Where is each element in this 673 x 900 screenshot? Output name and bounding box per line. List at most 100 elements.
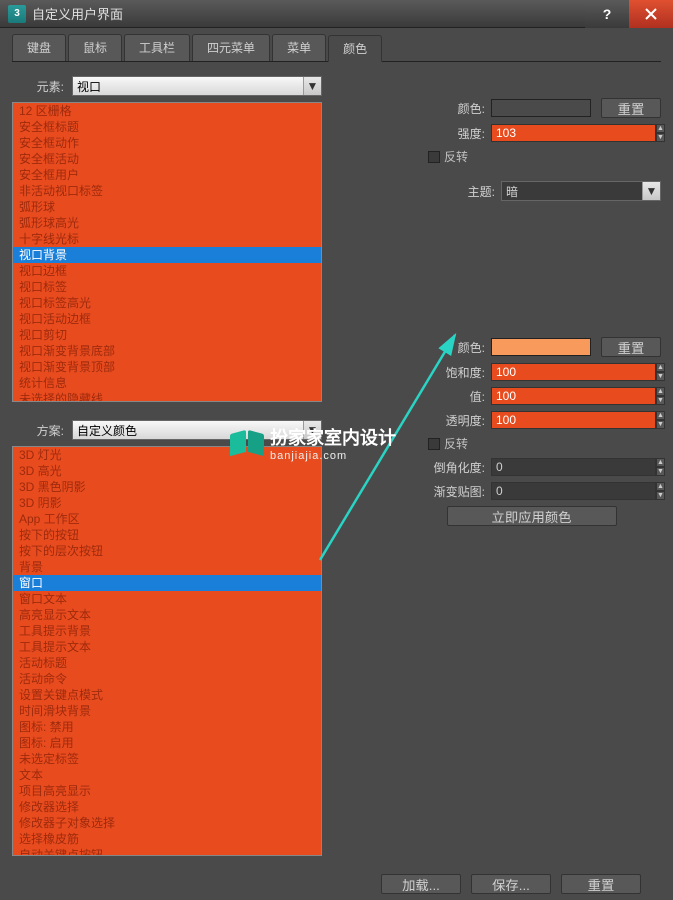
list-item[interactable]: 按下的按钮	[13, 527, 321, 543]
list-item[interactable]: 安全框用户	[13, 167, 321, 183]
invert-checkbox-2[interactable]	[428, 438, 440, 450]
list-item[interactable]: 视口边框	[13, 263, 321, 279]
tab-颜色[interactable]: 颜色	[328, 35, 382, 62]
spin-up-icon[interactable]: ▲	[656, 387, 665, 396]
list-item[interactable]: 活动命令	[13, 671, 321, 687]
list-item[interactable]: 非活动视口标签	[13, 183, 321, 199]
scheme-listbox[interactable]: 3D 灯光3D 高光3D 黑色阴影3D 阴影App 工作区按下的按钮按下的层次按…	[12, 446, 322, 856]
invert-checkbox-1[interactable]	[428, 151, 440, 163]
spin-up-icon[interactable]: ▲	[656, 363, 665, 372]
list-item[interactable]: 12 区栅格	[13, 103, 321, 119]
list-item[interactable]: 项目高亮显示	[13, 783, 321, 799]
list-item[interactable]: 视口标签高光	[13, 295, 321, 311]
list-item[interactable]: 视口渐变背景底部	[13, 343, 321, 359]
list-item[interactable]: 安全框标题	[13, 119, 321, 135]
elements-listbox[interactable]: 12 区栅格安全框标题安全框动作安全框活动安全框用户非活动视口标签弧形球弧形球高…	[12, 102, 322, 402]
list-item[interactable]: 安全框动作	[13, 135, 321, 151]
list-item[interactable]: 时间滑块背景	[13, 703, 321, 719]
gradient-spinner[interactable]: ▲▼	[491, 482, 591, 500]
list-item[interactable]: 工具提示文本	[13, 639, 321, 655]
list-item[interactable]: 工具提示背景	[13, 623, 321, 639]
list-item[interactable]: 十字线光标	[13, 231, 321, 247]
spin-down-icon[interactable]: ▼	[656, 133, 665, 142]
list-item[interactable]: 高亮显示文本	[13, 607, 321, 623]
list-item[interactable]: 弧形球高光	[13, 215, 321, 231]
elements-value: 视口	[77, 78, 101, 95]
transparency-input[interactable]	[491, 411, 656, 429]
spin-up-icon[interactable]: ▲	[656, 411, 665, 420]
reset-button-2[interactable]: 重置	[601, 337, 661, 357]
list-item[interactable]: 窗口	[13, 575, 321, 591]
intensity-input[interactable]	[491, 124, 656, 142]
elements-label: 元素:	[12, 78, 72, 95]
gradient-input[interactable]	[491, 482, 656, 500]
list-item[interactable]: 视口剪切	[13, 327, 321, 343]
intensity-spinner[interactable]: ▲▼	[491, 124, 591, 142]
list-item[interactable]: 安全框活动	[13, 151, 321, 167]
transparency-spinner[interactable]: ▲▼	[491, 411, 591, 429]
scheme-dropdown[interactable]: 自定义颜色 ▼	[72, 420, 322, 440]
saturation-input[interactable]	[491, 363, 656, 381]
spin-up-icon[interactable]: ▲	[656, 124, 665, 133]
saturation-label: 饱和度:	[446, 364, 491, 381]
list-item[interactable]: 自动关键点按钮	[13, 847, 321, 856]
value-spinner[interactable]: ▲▼	[491, 387, 591, 405]
list-item[interactable]: 图标: 禁用	[13, 719, 321, 735]
list-item[interactable]: 3D 阴影	[13, 495, 321, 511]
tab-四元菜单[interactable]: 四元菜单	[192, 34, 270, 61]
list-item[interactable]: 视口标签	[13, 279, 321, 295]
list-item[interactable]: 视口背景	[13, 247, 321, 263]
tab-工具栏[interactable]: 工具栏	[124, 34, 190, 61]
spin-down-icon[interactable]: ▼	[656, 467, 665, 476]
list-item[interactable]: 弧形球	[13, 199, 321, 215]
list-item[interactable]: 图标: 启用	[13, 735, 321, 751]
gradient-label: 渐变贴图:	[434, 483, 491, 500]
tab-鼠标[interactable]: 鼠标	[68, 34, 122, 61]
color-swatch-1[interactable]	[491, 99, 591, 117]
list-item[interactable]: 视口活动边框	[13, 311, 321, 327]
list-item[interactable]: 文本	[13, 767, 321, 783]
list-item[interactable]: 活动标题	[13, 655, 321, 671]
spin-down-icon[interactable]: ▼	[656, 396, 665, 405]
list-item[interactable]: 视口渐变背景顶部	[13, 359, 321, 375]
list-item[interactable]: 未选择的隐藏线	[13, 391, 321, 402]
saturation-spinner[interactable]: ▲▼	[491, 363, 591, 381]
load-button[interactable]: 加载...	[381, 874, 461, 894]
theme-dropdown[interactable]: 暗 ▼	[501, 181, 661, 201]
list-item[interactable]: 3D 黑色阴影	[13, 479, 321, 495]
list-item[interactable]: 修改器选择	[13, 799, 321, 815]
close-button[interactable]	[629, 0, 673, 28]
chevron-down-icon: ▼	[642, 182, 660, 200]
list-item[interactable]: 3D 高光	[13, 463, 321, 479]
list-item[interactable]: 按下的层次按钮	[13, 543, 321, 559]
color-swatch-2[interactable]	[491, 338, 591, 356]
color-label-2: 颜色:	[458, 339, 491, 356]
list-item[interactable]: 设置关键点模式	[13, 687, 321, 703]
tab-菜单[interactable]: 菜单	[272, 34, 326, 61]
list-item[interactable]: 未选定标签	[13, 751, 321, 767]
spin-down-icon[interactable]: ▼	[656, 420, 665, 429]
reset-button-1[interactable]: 重置	[601, 98, 661, 118]
spin-up-icon[interactable]: ▲	[656, 458, 665, 467]
help-button[interactable]: ?	[585, 0, 629, 28]
save-button[interactable]: 保存...	[471, 874, 551, 894]
elements-dropdown[interactable]: 视口 ▼	[72, 76, 322, 96]
bevel-input[interactable]	[491, 458, 656, 476]
list-item[interactable]: 统计信息	[13, 375, 321, 391]
value-input[interactable]	[491, 387, 656, 405]
list-item[interactable]: 修改器子对象选择	[13, 815, 321, 831]
bevel-spinner[interactable]: ▲▼	[491, 458, 591, 476]
list-item[interactable]: 选择橡皮筋	[13, 831, 321, 847]
list-item[interactable]: 背景	[13, 559, 321, 575]
reset-all-button[interactable]: 重置	[561, 874, 641, 894]
list-item[interactable]: 3D 灯光	[13, 447, 321, 463]
spin-down-icon[interactable]: ▼	[656, 372, 665, 381]
tab-键盘[interactable]: 键盘	[12, 34, 66, 61]
apply-color-button[interactable]: 立即应用颜色	[447, 506, 617, 526]
bevel-label: 倒角化度:	[434, 459, 491, 476]
list-item[interactable]: 窗口文本	[13, 591, 321, 607]
list-item[interactable]: App 工作区	[13, 511, 321, 527]
spin-up-icon[interactable]: ▲	[656, 482, 665, 491]
spin-down-icon[interactable]: ▼	[656, 491, 665, 500]
chevron-down-icon: ▼	[303, 421, 321, 439]
